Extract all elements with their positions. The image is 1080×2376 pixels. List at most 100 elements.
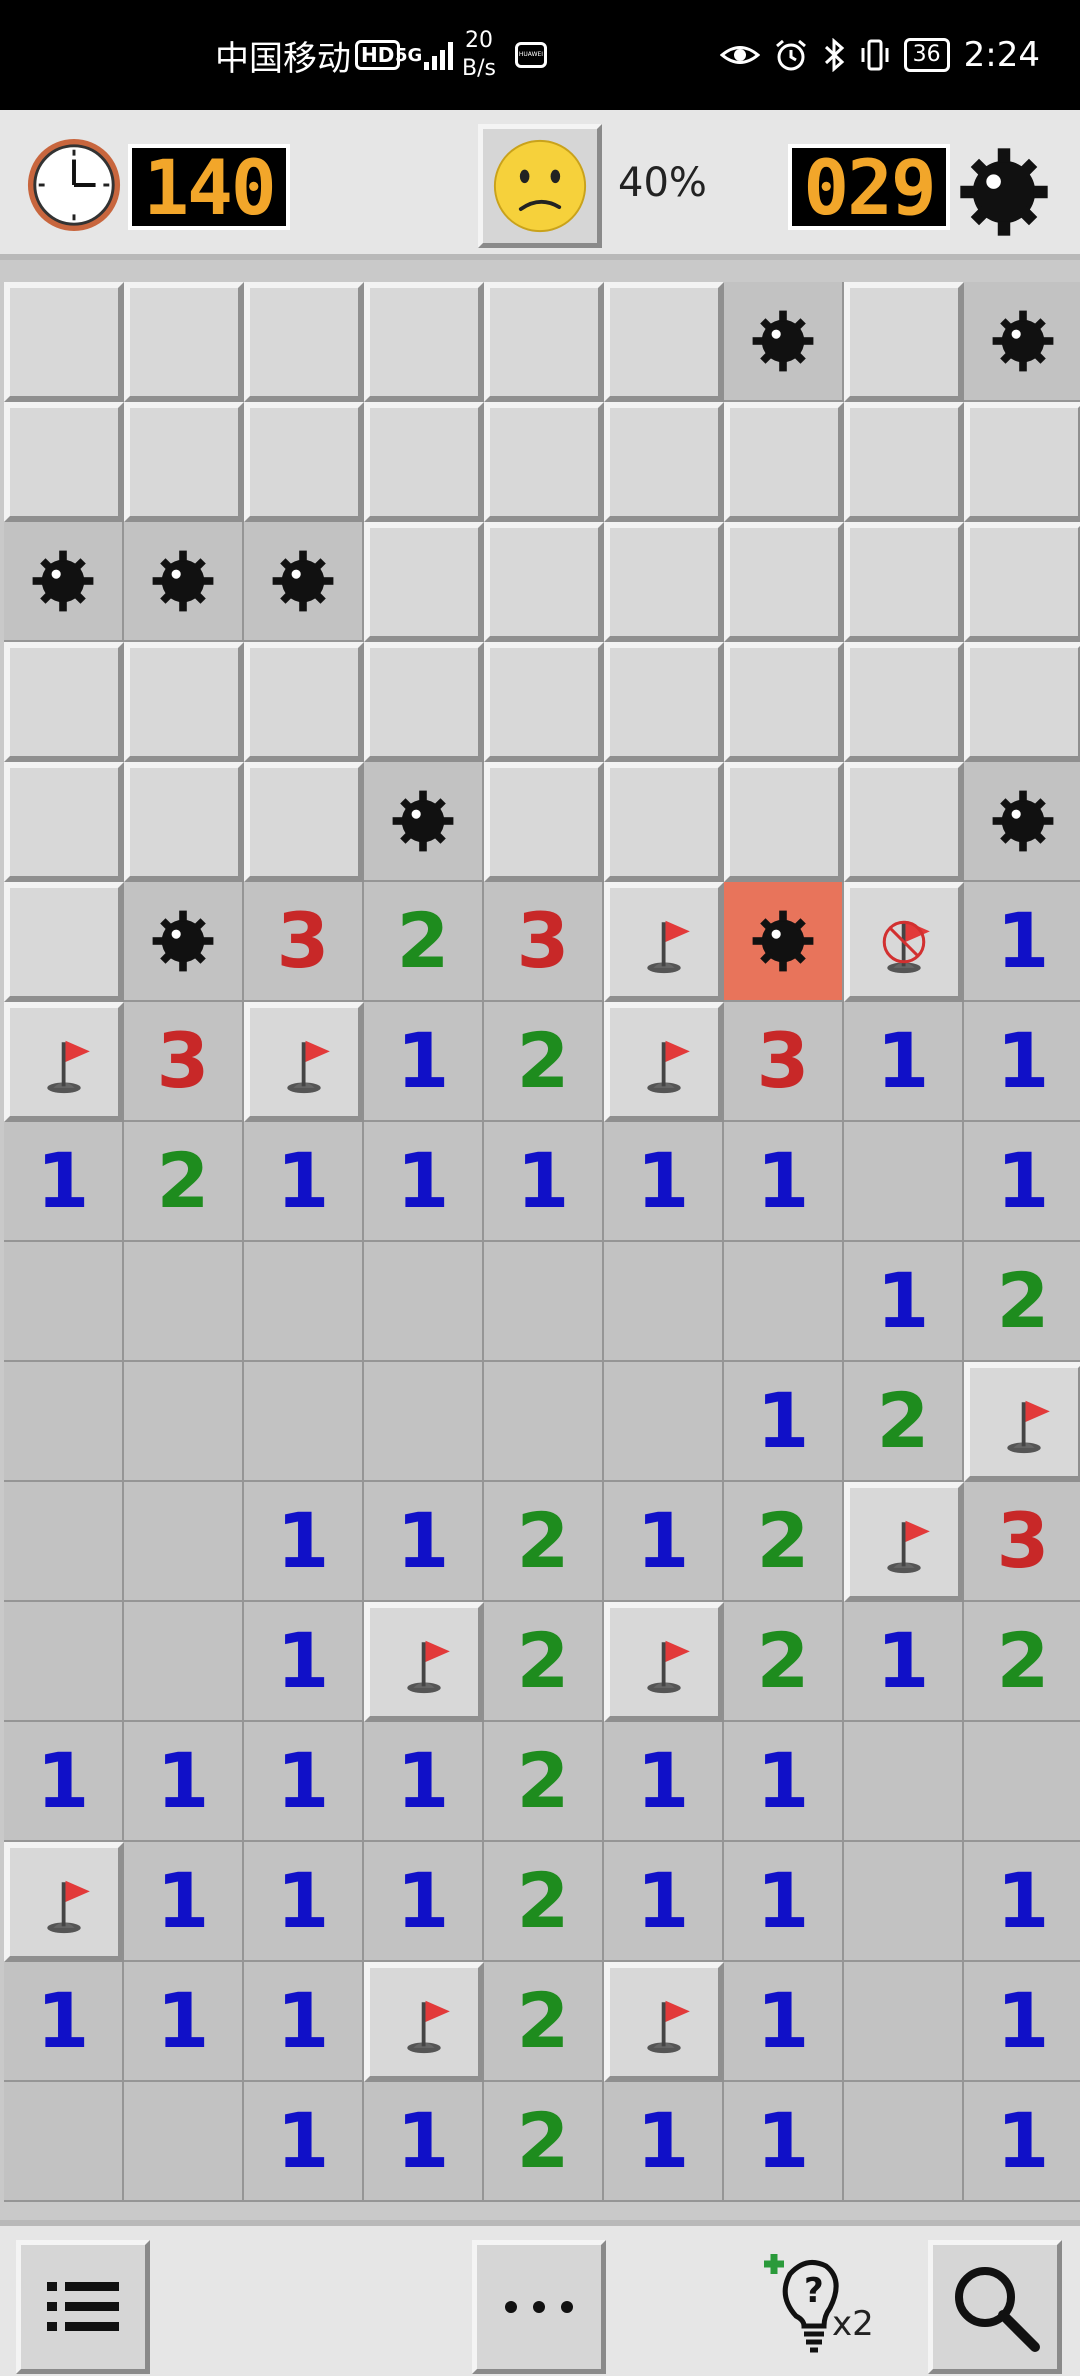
number-cell[interactable]: 1: [724, 1722, 844, 1842]
number-cell[interactable]: 1: [244, 1842, 364, 1962]
empty-cell[interactable]: [4, 1602, 124, 1722]
restart-face-button[interactable]: [478, 124, 602, 248]
number-cell[interactable]: 1: [844, 1242, 964, 1362]
number-cell[interactable]: 1: [484, 1122, 604, 1242]
number-cell[interactable]: 1: [364, 1842, 484, 1962]
number-cell[interactable]: 1: [244, 1482, 364, 1602]
covered-cell[interactable]: [4, 762, 124, 882]
empty-cell[interactable]: [844, 1962, 964, 2082]
covered-cell[interactable]: [124, 642, 244, 762]
number-cell[interactable]: 3: [244, 882, 364, 1002]
covered-cell[interactable]: [124, 762, 244, 882]
empty-cell[interactable]: [124, 1602, 244, 1722]
flagged-cell[interactable]: [364, 1602, 484, 1722]
covered-cell[interactable]: [4, 882, 124, 1002]
number-cell[interactable]: 2: [964, 1242, 1080, 1362]
flagged-cell[interactable]: [604, 882, 724, 1002]
number-cell[interactable]: 1: [124, 1722, 244, 1842]
empty-cell[interactable]: [4, 1242, 124, 1362]
number-cell[interactable]: 1: [364, 2082, 484, 2202]
covered-cell[interactable]: [364, 642, 484, 762]
number-cell[interactable]: 1: [4, 1962, 124, 2082]
flagged-cell[interactable]: [604, 1962, 724, 2082]
empty-cell[interactable]: [124, 1362, 244, 1482]
number-cell[interactable]: 2: [124, 1122, 244, 1242]
covered-cell[interactable]: [604, 402, 724, 522]
flagged-cell[interactable]: [4, 1002, 124, 1122]
covered-cell[interactable]: [844, 522, 964, 642]
number-cell[interactable]: 3: [484, 882, 604, 1002]
covered-cell[interactable]: [364, 402, 484, 522]
number-cell[interactable]: 1: [244, 1962, 364, 2082]
number-cell[interactable]: 1: [364, 1482, 484, 1602]
number-cell[interactable]: 1: [964, 1842, 1080, 1962]
flagged-cell[interactable]: [244, 1002, 364, 1122]
number-cell[interactable]: 1: [604, 1722, 724, 1842]
number-cell[interactable]: 1: [364, 1002, 484, 1122]
mine-cell[interactable]: [244, 522, 364, 642]
mine-cell[interactable]: [124, 522, 244, 642]
mine-cell[interactable]: [964, 282, 1080, 402]
covered-cell[interactable]: [484, 282, 604, 402]
empty-cell[interactable]: [844, 1722, 964, 1842]
covered-cell[interactable]: [244, 642, 364, 762]
number-cell[interactable]: 1: [364, 1122, 484, 1242]
empty-cell[interactable]: [244, 1242, 364, 1362]
covered-cell[interactable]: [4, 402, 124, 522]
empty-cell[interactable]: [4, 1482, 124, 1602]
empty-cell[interactable]: [124, 2082, 244, 2202]
covered-cell[interactable]: [724, 522, 844, 642]
number-cell[interactable]: 1: [244, 1122, 364, 1242]
number-cell[interactable]: 2: [484, 1482, 604, 1602]
number-cell[interactable]: 2: [484, 1962, 604, 2082]
covered-cell[interactable]: [844, 402, 964, 522]
wrong-flag-cell[interactable]: [844, 882, 964, 1002]
menu-button[interactable]: [16, 2240, 150, 2374]
number-cell[interactable]: 1: [964, 1962, 1080, 2082]
covered-cell[interactable]: [124, 402, 244, 522]
covered-cell[interactable]: [604, 642, 724, 762]
covered-cell[interactable]: [124, 282, 244, 402]
number-cell[interactable]: 1: [724, 1362, 844, 1482]
covered-cell[interactable]: [604, 282, 724, 402]
empty-cell[interactable]: [604, 1242, 724, 1362]
number-cell[interactable]: 1: [964, 2082, 1080, 2202]
search-button[interactable]: [928, 2240, 1062, 2374]
covered-cell[interactable]: [4, 642, 124, 762]
covered-cell[interactable]: [244, 762, 364, 882]
number-cell[interactable]: 1: [4, 1722, 124, 1842]
mine-cell[interactable]: [964, 762, 1080, 882]
empty-cell[interactable]: [844, 1122, 964, 1242]
number-cell[interactable]: 2: [964, 1602, 1080, 1722]
flagged-cell[interactable]: [4, 1842, 124, 1962]
covered-cell[interactable]: [484, 402, 604, 522]
covered-cell[interactable]: [604, 762, 724, 882]
covered-cell[interactable]: [844, 642, 964, 762]
covered-cell[interactable]: [724, 642, 844, 762]
empty-cell[interactable]: [724, 1242, 844, 1362]
flagged-cell[interactable]: [964, 1362, 1080, 1482]
number-cell[interactable]: 3: [964, 1482, 1080, 1602]
number-cell[interactable]: 2: [844, 1362, 964, 1482]
number-cell[interactable]: 1: [724, 1842, 844, 1962]
number-cell[interactable]: 1: [724, 1962, 844, 2082]
number-cell[interactable]: 1: [244, 1602, 364, 1722]
covered-cell[interactable]: [364, 522, 484, 642]
covered-cell[interactable]: [964, 522, 1080, 642]
number-cell[interactable]: 1: [724, 1122, 844, 1242]
covered-cell[interactable]: [724, 402, 844, 522]
number-cell[interactable]: 1: [4, 1122, 124, 1242]
empty-cell[interactable]: [4, 1362, 124, 1482]
covered-cell[interactable]: [844, 762, 964, 882]
empty-cell[interactable]: [124, 1482, 244, 1602]
empty-cell[interactable]: [844, 1842, 964, 1962]
flagged-cell[interactable]: [844, 1482, 964, 1602]
number-cell[interactable]: 1: [244, 1722, 364, 1842]
covered-cell[interactable]: [4, 282, 124, 402]
covered-cell[interactable]: [604, 522, 724, 642]
empty-cell[interactable]: [364, 1242, 484, 1362]
number-cell[interactable]: 1: [604, 1122, 724, 1242]
covered-cell[interactable]: [484, 522, 604, 642]
mine-cell[interactable]: [4, 522, 124, 642]
flagged-cell[interactable]: [604, 1002, 724, 1122]
